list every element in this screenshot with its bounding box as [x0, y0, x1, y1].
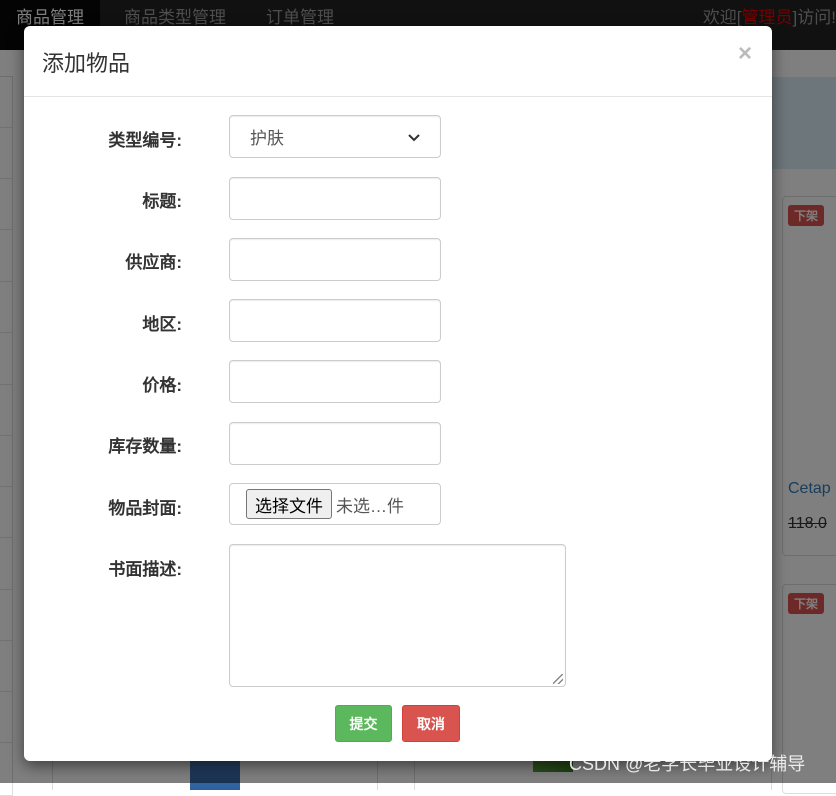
modal-title: 添加物品: [42, 46, 130, 78]
title-label: 标题:: [24, 187, 182, 212]
type-label: 类型编号:: [24, 126, 182, 151]
supplier-input[interactable]: [229, 238, 441, 281]
description-label: 书面描述:: [24, 555, 182, 580]
supplier-label: 供应商:: [24, 248, 182, 273]
cover-label: 物品封面:: [24, 494, 182, 519]
price-label: 价格:: [24, 371, 182, 396]
price-input[interactable]: [229, 360, 441, 403]
cover-file-input[interactable]: 选择文件 未选…件: [229, 483, 441, 525]
choose-file-button[interactable]: 选择文件: [246, 489, 332, 519]
watermark-text: CSDN @老学长毕业设计辅导: [569, 750, 805, 776]
type-select[interactable]: 护肤: [229, 115, 441, 158]
file-status-text: 未选…件: [336, 492, 404, 517]
cancel-button[interactable]: 取消: [402, 705, 460, 742]
description-textarea[interactable]: [229, 544, 566, 687]
modal-header: 添加物品 ×: [24, 26, 772, 97]
region-label: 地区:: [24, 310, 182, 335]
close-icon[interactable]: ×: [738, 42, 752, 66]
resize-handle-icon[interactable]: [553, 674, 563, 684]
title-input[interactable]: [229, 177, 441, 220]
region-input[interactable]: [229, 299, 441, 342]
type-select-value: 护肤: [250, 124, 284, 149]
stock-input[interactable]: [229, 422, 441, 465]
chevron-down-icon: [408, 129, 420, 145]
submit-button[interactable]: 提交: [335, 705, 392, 742]
add-item-modal: 添加物品 × 类型编号: 护肤 标题: 供应商: 地区: 价格: 库存数量: 物…: [24, 26, 772, 761]
stock-label: 库存数量:: [24, 432, 182, 457]
